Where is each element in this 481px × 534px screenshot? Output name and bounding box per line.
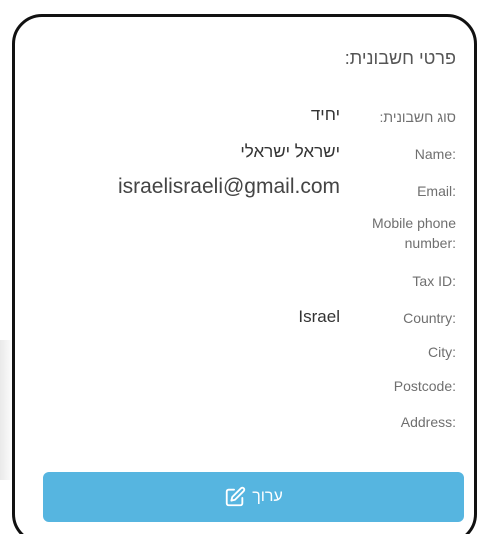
invoice-type-value: יחיד [310,105,340,124]
screen: פרטי חשבונית: סוג חשבונית: יחיד Name: יש… [0,0,481,534]
invoice-details-card: פרטי חשבונית: סוג חשבונית: יחיד Name: יש… [12,14,477,534]
email-value: israelisraeli@gmail.com [117,175,340,198]
address-label: Address: [400,414,456,430]
card-title: פרטי חשבונית: [344,48,456,68]
tax-id-label: Tax ID: [412,273,456,289]
invoice-type-label: סוג חשבונית: [379,109,456,125]
edit-icon [224,486,246,508]
email-label: Email: [417,183,456,199]
mobile-phone-label: Mobile phone number: [371,215,456,251]
city-label: City: [428,344,456,360]
edit-button-label: ערוך [252,488,283,505]
edit-button[interactable]: ערוך [43,472,464,522]
country-value: Israel [298,307,340,326]
name-value: ישראל ישראלי [240,142,340,161]
postcode-label: Postcode: [393,378,456,394]
country-label: Country: [403,310,456,326]
name-label: Name: [414,146,456,162]
